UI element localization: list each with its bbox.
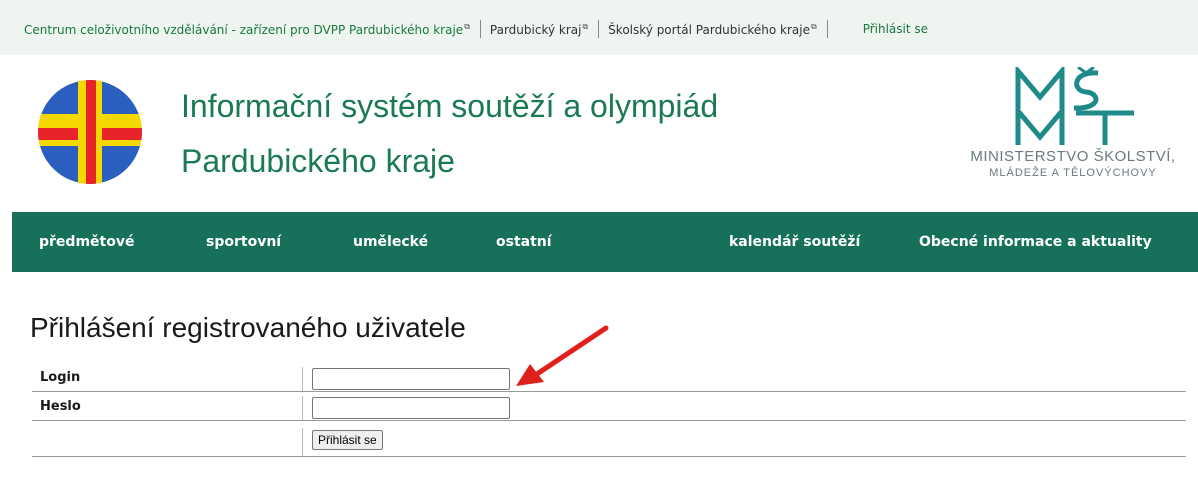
main-nav: předmětové sportovní umělecké ostatní ka… bbox=[12, 212, 1198, 272]
red-arrow-annotation-icon bbox=[516, 325, 609, 386]
page-title: Přihlášení registrovaného uživatele bbox=[30, 312, 466, 343]
link-kraj-label: Pardubický kraj bbox=[489, 22, 582, 37]
site-title-line2: Pardubického kraje bbox=[181, 143, 455, 179]
divider bbox=[302, 428, 303, 456]
login-label: Login bbox=[40, 370, 81, 385]
site-title-line1: Informační systém soutěží a olympiád bbox=[181, 88, 719, 124]
password-label: Heslo bbox=[40, 399, 81, 414]
login-submit-button[interactable]: Přihlásit se bbox=[312, 430, 383, 450]
password-input[interactable] bbox=[312, 397, 510, 419]
divider bbox=[302, 396, 303, 420]
link-pardubicky-kraj[interactable]: Pardubický kraj⧉ bbox=[490, 22, 588, 37]
divider bbox=[598, 20, 600, 38]
external-link-icon: ⧉ bbox=[464, 21, 470, 31]
top-login-link[interactable]: Přihlásit se bbox=[863, 22, 928, 36]
nav-obecne-informace[interactable]: Obecné informace a aktuality bbox=[919, 212, 1152, 272]
msmt-line1: MINISTERSTVO ŠKOLSTVÍ, bbox=[970, 148, 1176, 165]
submit-row: Přihlásit se bbox=[32, 428, 1186, 457]
nav-umelecke[interactable]: umělecké bbox=[353, 212, 428, 272]
region-logo[interactable] bbox=[38, 80, 142, 184]
region-logo-icon bbox=[38, 80, 142, 184]
divider bbox=[479, 20, 481, 38]
msmt-emblem-icon bbox=[1015, 64, 1134, 145]
msmt-logo[interactable]: MINISTERSTVO ŠKOLSTVÍ, MLÁDEŽE A TĚLOVÝC… bbox=[948, 64, 1198, 197]
nav-kalendar[interactable]: kalendář soutěží bbox=[729, 212, 860, 272]
msmt-text: MINISTERSTVO ŠKOLSTVÍ, MLÁDEŽE A TĚLOVÝC… bbox=[948, 149, 1198, 181]
password-row: Heslo bbox=[32, 396, 1186, 421]
login-input[interactable] bbox=[312, 368, 510, 390]
msmt-line2: MLÁDEŽE A TĚLOVÝCHOVY bbox=[989, 167, 1157, 179]
link-cdv-label: Centrum celoživotního vzdělávání - zaříz… bbox=[24, 22, 464, 37]
nav-sportovni[interactable]: sportovní bbox=[206, 212, 281, 272]
external-link-icon: ⧉ bbox=[582, 21, 589, 31]
top-links-bar: Centrum celoživotního vzdělávání - zaříz… bbox=[0, 0, 1198, 55]
link-portal-label: Školský portál Pardubického kraje bbox=[608, 22, 810, 37]
divider bbox=[826, 20, 828, 38]
divider bbox=[302, 367, 303, 391]
external-link-icon: ⧉ bbox=[810, 21, 817, 31]
site-title: Informační systém soutěží a olympiád Par… bbox=[181, 79, 718, 189]
link-skolsky-portal[interactable]: Školský portál Pardubického kraje⧉ bbox=[608, 22, 817, 37]
top-links: Centrum celoživotního vzdělávání - zaříz… bbox=[24, 20, 928, 38]
link-cdv[interactable]: Centrum celoživotního vzdělávání - zaříz… bbox=[24, 22, 470, 37]
nav-predmetove[interactable]: předmětové bbox=[39, 212, 134, 272]
nav-ostatni[interactable]: ostatní bbox=[496, 212, 552, 272]
